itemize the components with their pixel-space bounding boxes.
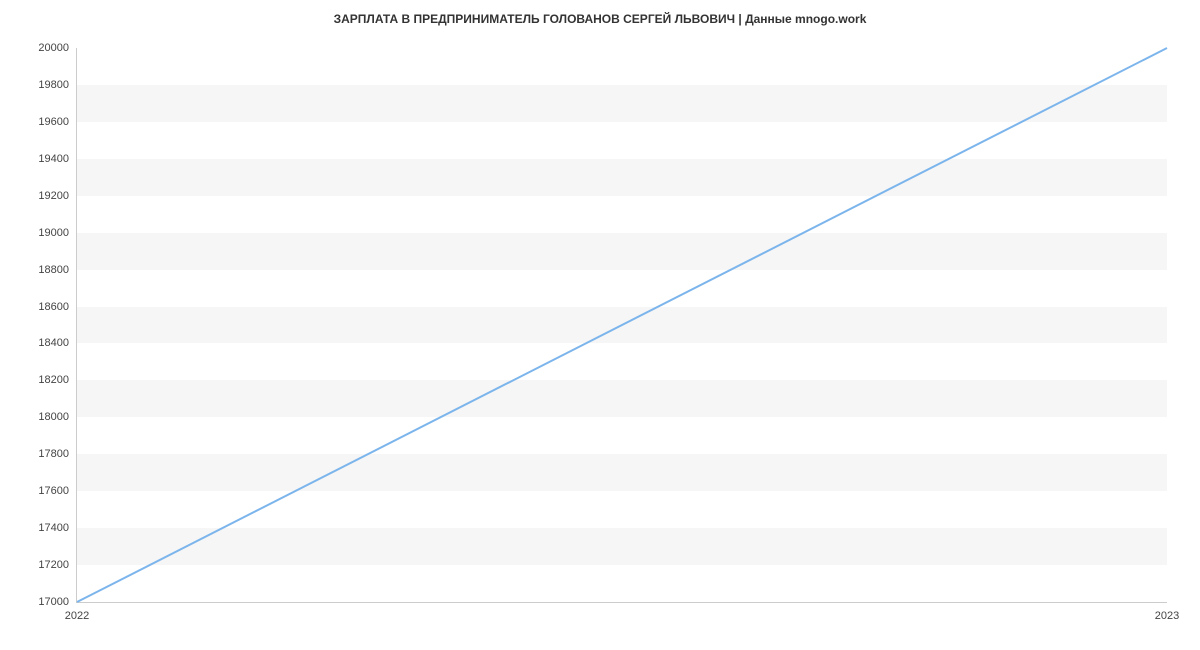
y-tick-label: 19400 [38,153,69,165]
y-tick-label: 19600 [38,116,69,128]
y-tick-label: 18000 [38,411,69,423]
y-tick-label: 17400 [38,522,69,534]
y-tick-label: 19200 [38,190,69,202]
salary-chart: ЗАРПЛАТА В ПРЕДПРИНИМАТЕЛЬ ГОЛОВАНОВ СЕР… [0,0,1200,650]
y-tick-label: 17600 [38,485,69,497]
y-tick-label: 17000 [38,596,69,608]
y-tick-label: 20000 [38,42,69,54]
chart-line-series [77,48,1167,602]
series-path [77,48,1167,602]
y-tick-label: 17200 [38,559,69,571]
chart-plot-area: 1700017200174001760017800180001820018400… [76,48,1167,603]
y-tick-label: 17800 [38,448,69,460]
x-tick-label: 2023 [1155,610,1179,622]
y-tick-label: 19800 [38,79,69,91]
x-tick-label: 2022 [65,610,89,622]
y-tick-label: 18600 [38,301,69,313]
y-tick-label: 18800 [38,264,69,276]
y-tick-label: 19000 [38,227,69,239]
chart-title: ЗАРПЛАТА В ПРЕДПРИНИМАТЕЛЬ ГОЛОВАНОВ СЕР… [0,12,1200,26]
y-tick-label: 18400 [38,337,69,349]
y-tick-label: 18200 [38,374,69,386]
